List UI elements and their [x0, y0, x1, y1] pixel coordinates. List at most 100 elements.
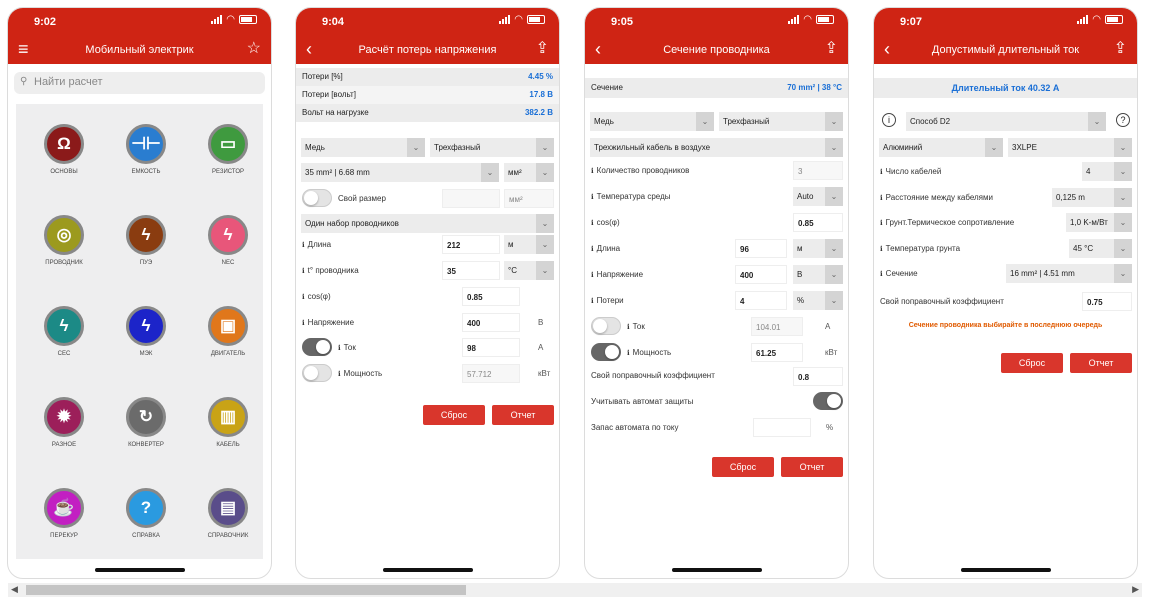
breaker-toggle[interactable]: [813, 392, 843, 410]
field-toggle[interactable]: [302, 338, 332, 356]
field-unit: кВт: [825, 348, 838, 357]
field-toggle[interactable]: [302, 364, 332, 382]
field-value[interactable]: 35: [442, 261, 500, 280]
size-select[interactable]: 35 mm² | 6.68 mm ⌄: [301, 163, 499, 182]
field-value[interactable]: 0.85: [462, 287, 520, 306]
scroll-left-icon[interactable]: ◀: [11, 584, 18, 595]
category-tile[interactable]: ◎ ПРОВОДНИК: [24, 215, 104, 266]
category-label: ПЕРЕКУР: [50, 533, 78, 539]
temperature-select[interactable]: Auto ⌄: [793, 187, 843, 206]
phase-select[interactable]: Трехфазный ⌄: [719, 112, 843, 131]
search-icon: ⚲: [20, 76, 28, 87]
reset-button[interactable]: Сброс: [423, 405, 485, 425]
category-tile[interactable]: Ω ОСНОВЫ: [24, 124, 104, 175]
own-coef-label: Свой поправочный коэффициент: [591, 371, 715, 380]
report-button[interactable]: Отчет: [1070, 353, 1132, 373]
category-tile[interactable]: ϟ МЭК: [106, 306, 186, 357]
field-value[interactable]: 400: [735, 265, 787, 284]
report-button[interactable]: Отчет: [781, 457, 843, 477]
unit-select[interactable]: В ⌄: [793, 265, 843, 284]
category-tile[interactable]: ? СПРАВКА: [106, 488, 186, 539]
reset-button[interactable]: Сброс: [712, 457, 774, 477]
field-value[interactable]: 104.01: [751, 317, 803, 336]
unit-select[interactable]: м ⌄: [504, 235, 554, 254]
chevron-down-icon: ⌄: [536, 163, 554, 182]
share-icon[interactable]: ⇪: [1114, 40, 1127, 58]
own-coef-input[interactable]: 0.8: [793, 367, 843, 386]
category-tile[interactable]: ϟ CEC: [24, 306, 104, 357]
select-value: Алюминий: [883, 143, 923, 152]
material-select[interactable]: Медь ⌄: [590, 112, 714, 131]
help-icon[interactable]: ?: [1116, 113, 1130, 127]
field-value[interactable]: 400: [462, 313, 520, 332]
scrollbar-thumb[interactable]: [26, 585, 466, 595]
field-value[interactable]: 4: [735, 291, 787, 310]
info-icon: ℹ: [591, 298, 594, 305]
field-value[interactable]: 212: [442, 235, 500, 254]
unit-select[interactable]: м ⌄: [793, 239, 843, 258]
info-icon[interactable]: i: [882, 113, 896, 127]
category-label: ОСНОВЫ: [50, 169, 78, 175]
field-value[interactable]: 61.25: [751, 343, 803, 362]
category-tile[interactable]: ▣ ДВИГАТЕЛЬ: [188, 306, 268, 357]
reset-button[interactable]: Сброс: [1001, 353, 1063, 373]
field-value[interactable]: 0.85: [793, 213, 843, 232]
category-tile[interactable]: ☕ ПЕРЕКУР: [24, 488, 104, 539]
category-tile[interactable]: ▭ РЕЗИСТОР: [188, 124, 268, 175]
own-coef-input[interactable]: 0.75: [1082, 292, 1132, 311]
own-unit-input[interactable]: мм²: [504, 189, 554, 208]
select-value: Трехфазный: [723, 117, 770, 126]
info-icon: ℹ: [302, 320, 305, 327]
phone-screen-continuous-current: 9:07 ◠ ‹ Допустимый длительный ток ⇪ Дли…: [873, 7, 1138, 579]
value-select[interactable]: 1,0 K-м/Вт ⌄: [1066, 213, 1132, 232]
value-select[interactable]: 45 °C ⌄: [1069, 238, 1132, 258]
value-select[interactable]: 4 ⌄: [1082, 162, 1132, 181]
value-select[interactable]: 16 mm² | 4.51 mm ⌄: [1006, 264, 1132, 283]
info-icon: ℹ: [591, 246, 594, 253]
summary-value: 382.2 В: [524, 108, 553, 117]
cable-type-select[interactable]: Трехжильный кабель в воздухе ⌄: [590, 138, 843, 157]
app-header: 9:04 ◠ ‹ Расчёт потерь напряжения ⇪: [296, 8, 559, 64]
field-value[interactable]: 57.712: [462, 364, 520, 383]
share-icon[interactable]: ⇪: [536, 40, 549, 58]
scroll-right-icon[interactable]: ▶: [1132, 584, 1139, 595]
conductor-set-select[interactable]: Один набор проводников ⌄: [301, 214, 554, 233]
own-size-toggle[interactable]: [302, 189, 332, 207]
unit-select[interactable]: % ⌄: [793, 291, 843, 310]
horizontal-scrollbar[interactable]: ◀ ▶: [8, 583, 1142, 597]
category-tile[interactable]: ✹ РАЗНОЕ: [24, 397, 104, 448]
category-tile[interactable]: ▤ СПРАВОЧНИК: [188, 488, 268, 539]
method-select[interactable]: Способ D2 ⌄: [906, 112, 1106, 131]
report-button[interactable]: Отчет: [492, 405, 554, 425]
field-value[interactable]: 98: [462, 338, 520, 357]
category-tile[interactable]: ↻ КОНВЕРТЕР: [106, 397, 186, 448]
field-value[interactable]: 96: [735, 239, 787, 258]
select-value: %: [797, 296, 805, 305]
size-unit-select[interactable]: мм² ⌄: [504, 163, 554, 182]
field-toggle[interactable]: [591, 317, 621, 335]
select-value: Способ D2: [910, 117, 951, 126]
share-icon[interactable]: ⇪: [825, 40, 838, 58]
chevron-down-icon: ⌄: [536, 261, 554, 280]
value-select[interactable]: 0,125 m ⌄: [1052, 187, 1132, 207]
insulation-select[interactable]: 3XLPE ⌄: [1008, 138, 1132, 157]
search-input[interactable]: ⚲ Найти расчет: [14, 72, 265, 94]
summary-row: Сечение 70 mm² | 38 °C: [585, 78, 848, 98]
field-unit: кВт: [538, 369, 551, 378]
field-toggle[interactable]: [591, 343, 621, 361]
category-tile[interactable]: ϟ ПУЭ: [106, 215, 186, 266]
category-tile[interactable]: ⊣⊢ ЕМКОСТЬ: [106, 124, 186, 175]
info-icon: ℹ: [591, 272, 594, 279]
category-tile[interactable]: ϟ NEC: [188, 215, 268, 266]
material-select[interactable]: Алюминий ⌄: [879, 138, 1003, 157]
field-value[interactable]: 3: [793, 161, 843, 180]
material-select[interactable]: Медь ⌄: [301, 138, 425, 157]
category-tile[interactable]: ▥ КАБЕЛЬ: [188, 397, 268, 448]
reserve-input[interactable]: [753, 418, 811, 437]
field-label: ℹ cos(φ): [591, 218, 620, 227]
star-icon[interactable]: ☆: [247, 40, 261, 58]
select-value: В: [797, 270, 803, 279]
unit-select[interactable]: °C ⌄: [504, 261, 554, 280]
own-size-input[interactable]: [442, 189, 500, 208]
phase-select[interactable]: Трехфазный ⌄: [430, 138, 554, 157]
